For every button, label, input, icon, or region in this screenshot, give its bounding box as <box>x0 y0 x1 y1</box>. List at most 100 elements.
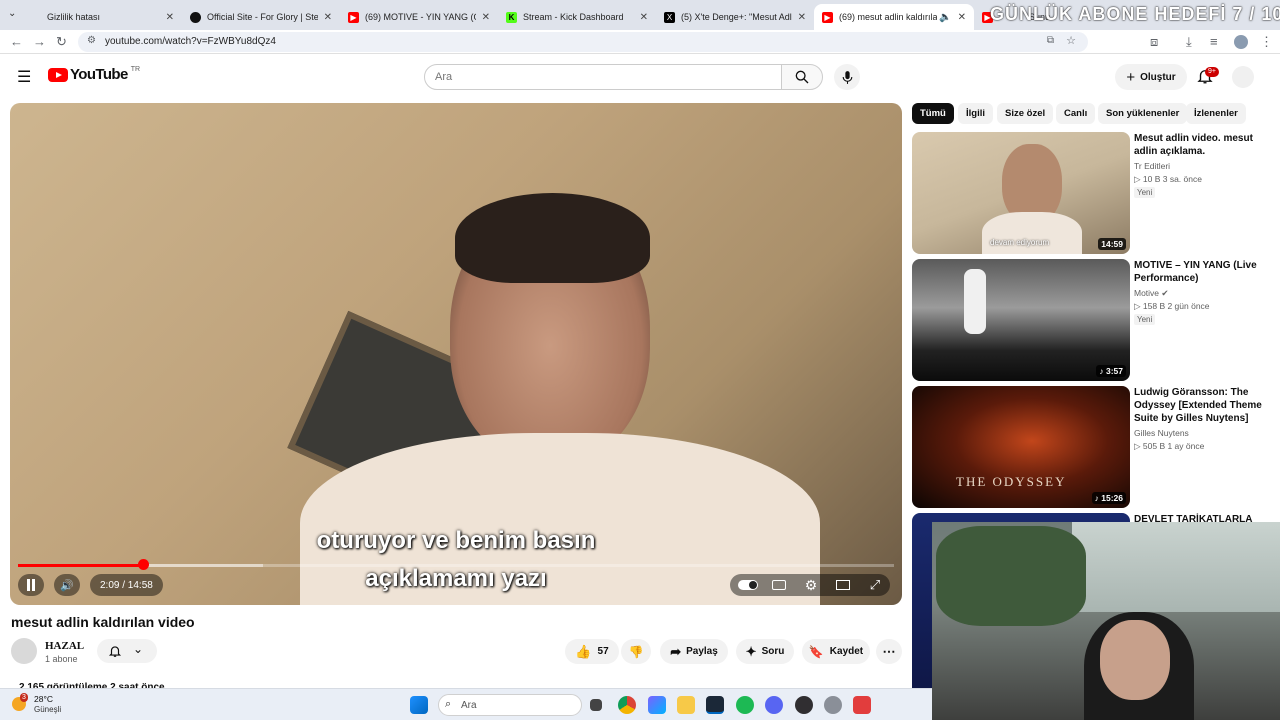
profile-avatar[interactable] <box>1234 35 1248 49</box>
close-icon[interactable]: ✕ <box>640 12 648 23</box>
related-thumbnail[interactable]: ♪ 3:57 <box>912 259 1130 381</box>
user-avatar[interactable] <box>1232 66 1254 88</box>
close-icon[interactable]: ✕ <box>958 12 966 23</box>
notification-count-badge: 9+ <box>1205 67 1219 77</box>
chip-live[interactable]: Canlı <box>1056 103 1096 124</box>
chip-related[interactable]: İlgili <box>958 103 993 124</box>
related-title-line[interactable]: Odyssey [Extended Theme <box>1134 399 1274 412</box>
save-button[interactable]: 🔖 Kaydet <box>802 639 870 664</box>
discord-icon[interactable] <box>765 696 783 714</box>
thumb-performer <box>964 269 986 334</box>
site-info-icon[interactable]: ⚙ <box>87 35 96 46</box>
task-view-icon[interactable] <box>590 699 602 711</box>
reload-icon[interactable]: ↻ <box>56 34 67 50</box>
tab-steelseries[interactable]: Official Site - For Glory | SteelSeries … <box>182 4 340 30</box>
channel-name[interactable]: HAZAL <box>45 640 84 652</box>
windows-start-icon[interactable] <box>410 696 428 714</box>
ask-button[interactable]: ✦ Soru <box>736 639 794 664</box>
download-icon[interactable]: ⤓ <box>1186 34 1192 50</box>
close-icon[interactable]: ✕ <box>324 12 332 23</box>
related-title-line[interactable]: Mesut adlin video. mesut <box>1134 132 1274 145</box>
create-button[interactable]: + Oluştur <box>1115 64 1187 90</box>
autoplay-toggle[interactable] <box>737 574 759 596</box>
related-title-line[interactable]: Performance) <box>1134 272 1274 285</box>
speaker-icon[interactable]: 🔈 <box>939 12 951 23</box>
close-icon[interactable]: ✕ <box>482 12 490 23</box>
subtitles-button[interactable] <box>770 574 788 596</box>
progress-bar[interactable] <box>18 564 894 567</box>
related-title-line[interactable]: Suite by Gilles Nuytens] <box>1134 412 1274 425</box>
extensions-icon[interactable]: ⧈ <box>1150 34 1158 50</box>
bookmark-star-icon[interactable]: ☆ <box>1066 34 1076 47</box>
search-icon <box>795 70 809 84</box>
gear-icon: ⚙ <box>804 576 818 593</box>
notification-preferences-button[interactable]: ⌄ <box>97 639 157 663</box>
media-controls-icon[interactable]: ≡ <box>1210 34 1218 49</box>
volume-button[interactable]: 🔊 <box>54 574 80 596</box>
steam-icon[interactable] <box>706 696 724 714</box>
channel-avatar[interactable] <box>11 638 37 664</box>
close-icon[interactable]: ✕ <box>166 12 174 23</box>
tab-x-denge[interactable]: X (5) X'te Denge+: "Mesut Adlin ✕ <box>656 4 814 30</box>
related-title-line[interactable]: adlin açıklama. <box>1134 145 1274 158</box>
new-badge: Yeni <box>1134 314 1156 325</box>
webcam-face <box>1100 620 1170 700</box>
settings-button[interactable]: ⚙ <box>802 574 820 596</box>
tab-search-chevron-icon[interactable]: ⌄ <box>8 8 16 19</box>
omnibox[interactable]: ⚙ youtube.com/watch?v=FzWBYu8dQz4 ⧉ ☆ <box>78 32 1088 52</box>
chip-watched[interactable]: İzlenenler <box>1186 103 1246 124</box>
menu-kebab-icon[interactable]: ⋮ <box>1260 34 1273 50</box>
share-button[interactable]: ➦ Paylaş <box>660 639 728 664</box>
related-channel[interactable]: Tr Editleri <box>1134 161 1170 171</box>
taskbar-search[interactable]: ⌕ Ara <box>438 694 582 716</box>
caption-line-1: oturuyor ve benim basın <box>316 527 596 554</box>
duration-badge: ♪ 15:26 <box>1091 492 1126 504</box>
obs-icon[interactable] <box>795 696 813 714</box>
tab-label: (69) mesut adlin kaldırılan v <box>839 12 938 22</box>
like-count: 57 <box>597 646 609 657</box>
install-icon[interactable]: ⧉ <box>1047 35 1054 46</box>
youtube-logo[interactable]: YouTube TR <box>48 66 140 83</box>
chip-recently-uploaded[interactable]: Son yüklenenler <box>1098 103 1188 124</box>
settings-icon[interactable] <box>824 696 842 714</box>
related-thumbnail[interactable]: THE ODYSSEY ♪ 15:26 <box>912 386 1130 508</box>
chevron-down-icon: ⌄ <box>133 642 144 656</box>
spotify-icon[interactable] <box>736 696 754 714</box>
fullscreen-button[interactable]: ⤢ <box>866 574 884 596</box>
chrome-icon[interactable] <box>618 696 636 714</box>
weather-alert-badge: 3 <box>20 693 28 702</box>
back-icon[interactable]: ← <box>10 34 23 49</box>
bookmark-icon: 🔖 <box>808 644 824 659</box>
chip-for-you[interactable]: Size özel <box>997 103 1054 124</box>
related-channel[interactable]: Gilles Nuytens <box>1134 428 1189 438</box>
search-input[interactable] <box>425 65 781 89</box>
tab-mesut-adlin-active[interactable]: ▶ (69) mesut adlin kaldırılan v 🔈 ✕ <box>814 4 974 30</box>
youtube-icon: ▶ <box>348 11 359 23</box>
pause-button[interactable] <box>18 574 44 596</box>
dislike-button[interactable]: 👎 <box>621 639 651 664</box>
hamburger-menu-icon[interactable]: ☰ <box>17 67 31 87</box>
more-actions-button[interactable]: ⋯ <box>876 639 902 664</box>
chip-all[interactable]: Tümü <box>912 103 954 124</box>
tab-privacy-error[interactable]: Gizlilik hatası ✕ <box>22 4 182 30</box>
url-text[interactable]: youtube.com/watch?v=FzWBYu8dQz4 <box>105 36 276 47</box>
forward-icon[interactable]: → <box>33 34 46 49</box>
file-explorer-icon[interactable] <box>677 696 695 714</box>
tab-kick-dashboard[interactable]: K Stream - Kick Dashboard ✕ <box>498 4 656 30</box>
related-title-line[interactable]: MOTIVE – YIN YANG (Live <box>1134 259 1274 272</box>
related-thumbnail[interactable]: devam ediyorum 14:59 <box>912 132 1130 254</box>
webcam-window <box>1072 522 1280 612</box>
tab-motive-yin-yang[interactable]: ▶ (69) MOTIVE - YIN YANG (Offic ✕ <box>340 4 498 30</box>
video-player[interactable]: oturuyor ve benim basın açıklamamı yazı … <box>10 103 902 605</box>
voice-search-button[interactable] <box>834 64 860 90</box>
tab-label: Official Site - For Glory | SteelSeries <box>207 12 318 22</box>
related-channel[interactable]: Motive ✔ <box>1134 288 1169 299</box>
theater-mode-button[interactable] <box>834 574 852 596</box>
search-box[interactable] <box>424 64 782 90</box>
copilot-icon[interactable] <box>648 696 666 714</box>
search-button[interactable] <box>781 64 823 90</box>
like-button[interactable]: 👍 57 <box>565 639 619 664</box>
streaming-app-icon[interactable] <box>853 696 871 714</box>
close-icon[interactable]: ✕ <box>798 12 806 23</box>
related-title-line[interactable]: Ludwig Göransson: The <box>1134 386 1274 399</box>
